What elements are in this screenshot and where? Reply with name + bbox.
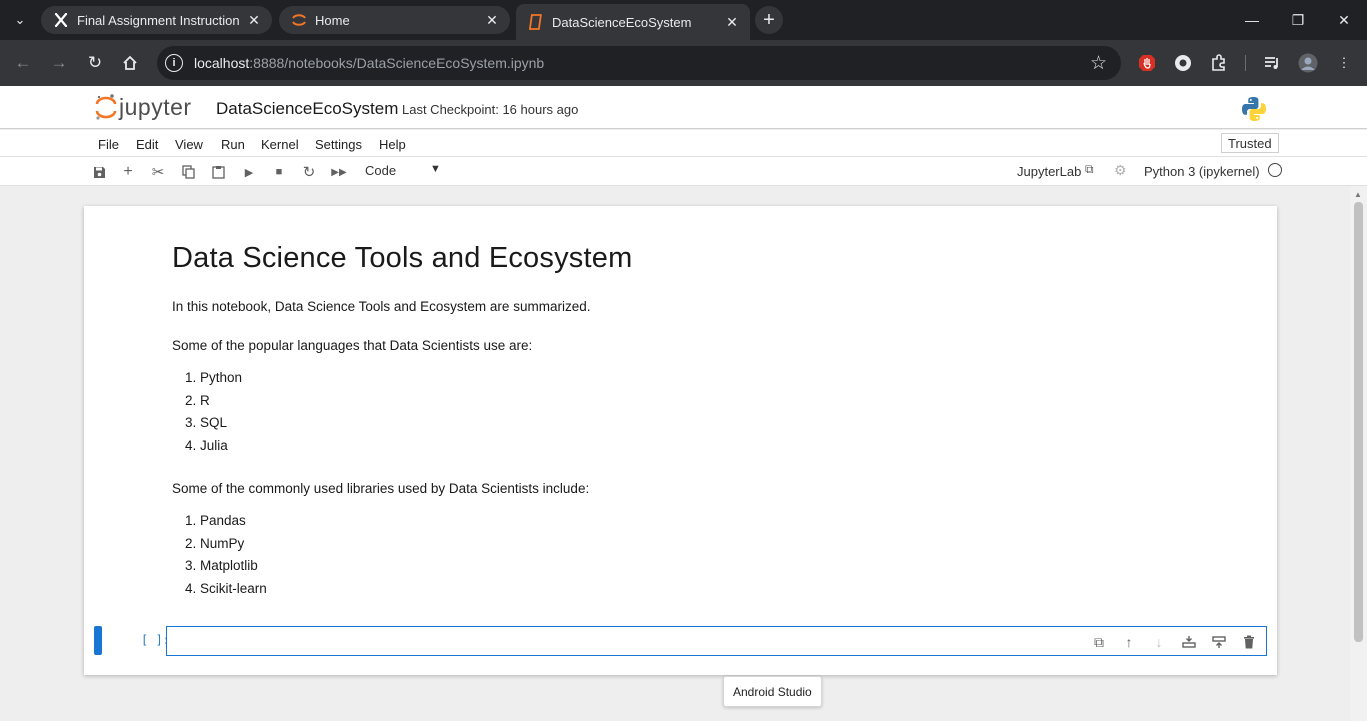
open-jupyterlab-link[interactable]: JupyterLab	[1017, 164, 1081, 179]
site-info-icon[interactable]: i	[165, 54, 183, 72]
cut-icon[interactable]: ✂	[148, 162, 168, 182]
move-down-icon[interactable]: ↓	[1144, 632, 1174, 652]
intro-text: In this notebook, Data Science Tools and…	[172, 299, 591, 314]
notebook-document: Data Science Tools and Ecosystem In this…	[84, 206, 1277, 675]
libraries-list: Pandas NumPy Matplotlib Scikit-learn	[200, 510, 1172, 600]
tab-title: DataScienceEcoSystem	[552, 14, 692, 30]
notebook-heading: Data Science Tools and Ecosystem	[172, 242, 633, 274]
extensions-puzzle-icon[interactable]	[1209, 53, 1229, 73]
list-item: NumPy	[200, 533, 1172, 556]
back-icon[interactable]: ←	[12, 52, 34, 74]
list-item: Julia	[200, 435, 1172, 458]
notebook-panel: Data Science Tools and Ecosystem In this…	[0, 186, 1367, 721]
save-icon[interactable]	[89, 162, 109, 182]
adblock-extension-icon[interactable]	[1137, 53, 1157, 73]
browser-menu-icon[interactable]: ⋮	[1334, 53, 1354, 73]
delete-cell-icon[interactable]	[1234, 632, 1264, 652]
extension-icon[interactable]	[1173, 53, 1193, 73]
list-item: Scikit-learn	[200, 578, 1172, 601]
notebook-menubar: File Edit View Run Kernel Settings Help …	[0, 130, 1367, 157]
menu-run[interactable]: Run	[221, 137, 245, 152]
list-item: Matplotlib	[200, 555, 1172, 578]
trusted-indicator[interactable]: Trusted	[1221, 133, 1279, 153]
reload-icon[interactable]: ↻	[84, 52, 106, 74]
close-window-icon[interactable]: ✕	[1332, 8, 1356, 32]
browser-tab[interactable]: Final Assignment Instructions: C ✕	[41, 6, 272, 34]
menu-view[interactable]: View	[175, 137, 203, 152]
list-item: SQL	[200, 412, 1172, 435]
kernel-status-icon	[1268, 163, 1282, 177]
close-tab-icon[interactable]: ✕	[484, 12, 500, 29]
address-bar[interactable]: i localhost:8888/notebooks/DataScienceEc…	[157, 46, 1121, 80]
move-up-icon[interactable]: ↑	[1114, 632, 1144, 652]
browser-tab-bar: ⌄ Final Assignment Instructions: C ✕ Hom…	[0, 0, 1367, 40]
code-cell[interactable]: [ ]: ⧉ ↑ ↓	[94, 626, 1267, 656]
paste-icon[interactable]	[208, 162, 228, 182]
cell-type-select[interactable]: Code	[365, 163, 396, 178]
external-link-icon[interactable]: ⧉	[1085, 162, 1094, 177]
home-icon[interactable]	[119, 52, 141, 74]
list-item: R	[200, 390, 1172, 413]
insert-below-icon[interactable]	[1204, 632, 1234, 652]
menu-kernel[interactable]: Kernel	[261, 137, 299, 152]
notebook-toolbar: + ✂ ▶ ■ ↻ ▶▶ Code ▼ JupyterLab ⧉ ⚙ Pytho…	[0, 157, 1367, 186]
add-cell-icon[interactable]: +	[118, 162, 138, 182]
minimize-icon[interactable]: —	[1240, 8, 1264, 32]
toolbar-divider	[1245, 55, 1246, 71]
copy-icon[interactable]	[178, 162, 198, 182]
notebook-scrollbar[interactable]: ▲	[1350, 186, 1367, 721]
browser-tab[interactable]: Home ✕	[279, 6, 510, 34]
kernel-gear-icon: ⚙	[1114, 162, 1127, 178]
profile-avatar[interactable]	[1298, 53, 1318, 73]
scrollbar-thumb[interactable]	[1354, 202, 1363, 642]
tab-title: Final Assignment Instructions: C	[77, 12, 240, 28]
taskbar-tooltip: Android Studio	[723, 676, 822, 707]
kernel-name[interactable]: Python 3 (ipykernel)	[1144, 164, 1260, 179]
chevron-down-icon[interactable]: ▼	[430, 163, 441, 175]
bookmark-star-icon[interactable]: ☆	[1090, 52, 1107, 75]
interrupt-kernel-icon[interactable]: ■	[269, 162, 289, 182]
tab-title: Home	[315, 12, 350, 28]
list-item: Python	[200, 367, 1172, 390]
restart-run-all-icon[interactable]: ▶▶	[329, 162, 349, 182]
scroll-up-icon[interactable]: ▲	[1354, 190, 1362, 199]
run-cell-icon[interactable]: ▶	[239, 162, 259, 182]
notebook-title[interactable]: DataScienceEcoSystem	[216, 99, 398, 119]
insert-above-icon[interactable]	[1174, 632, 1204, 652]
jupyter-icon	[291, 12, 307, 28]
duplicate-cell-icon[interactable]: ⧉	[1084, 632, 1114, 652]
media-controls-icon[interactable]	[1262, 53, 1282, 73]
jupyter-header: jupyter DataScienceEcoSystem Last Checkp…	[0, 86, 1367, 129]
active-cell-indicator[interactable]	[94, 626, 102, 655]
x-logo-icon	[53, 12, 69, 28]
restart-kernel-icon[interactable]: ↻	[299, 162, 319, 182]
browser-tab-active[interactable]: DataScienceEcoSystem ✕	[516, 4, 750, 40]
notebook-icon	[528, 14, 544, 30]
jupyter-logo-icon	[95, 93, 117, 121]
menu-help[interactable]: Help	[379, 137, 406, 152]
list-item: Pandas	[200, 510, 1172, 533]
menu-settings[interactable]: Settings	[315, 137, 362, 152]
cell-toolbar: ⧉ ↑ ↓	[1084, 632, 1264, 652]
close-tab-icon[interactable]: ✕	[246, 12, 262, 29]
tab-search-icon[interactable]: ⌄	[8, 8, 32, 32]
browser-toolbar: ← → ↻ i localhost:8888/notebooks/DataSci…	[0, 40, 1367, 86]
python-logo-icon	[1240, 95, 1268, 123]
libraries-intro: Some of the commonly used libraries used…	[172, 481, 590, 496]
new-tab-button[interactable]: +	[755, 6, 783, 34]
code-editor[interactable]: ⧉ ↑ ↓	[166, 626, 1267, 656]
menu-edit[interactable]: Edit	[136, 137, 158, 152]
jupyter-logo[interactable]: jupyter	[95, 93, 192, 121]
markdown-cell[interactable]: Data Science Tools and Ecosystem In this…	[172, 242, 1172, 624]
last-checkpoint: Last Checkpoint: 16 hours ago	[402, 102, 579, 117]
url-text: localhost:8888/notebooks/DataScienceEcoS…	[194, 55, 545, 71]
languages-list: Python R SQL Julia	[200, 367, 1172, 457]
close-tab-icon[interactable]: ✕	[724, 14, 740, 31]
menu-file[interactable]: File	[98, 137, 119, 152]
jupyter-wordmark: jupyter	[119, 93, 192, 120]
restore-icon[interactable]: ❐	[1286, 8, 1310, 32]
forward-icon[interactable]: →	[48, 52, 70, 74]
languages-intro: Some of the popular languages that Data …	[172, 338, 533, 353]
